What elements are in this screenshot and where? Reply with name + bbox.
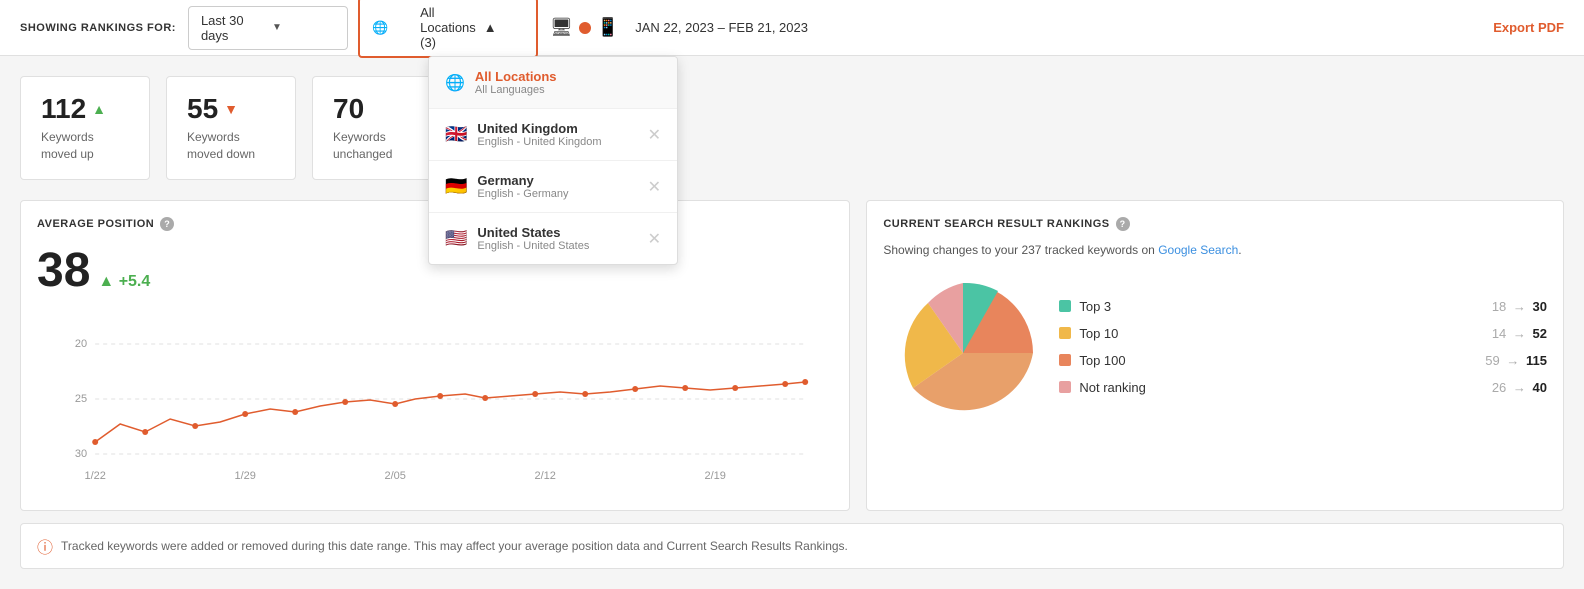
stat-number-moved-up: 112 ▲ [41,93,129,125]
svg-text:25: 25 [75,393,87,405]
dropdown-item-de[interactable]: 🇩🇪 Germany English - Germany ✕ [429,161,677,213]
avg-pos-number: 38 [37,243,90,298]
svg-text:2/19: 2/19 [704,470,725,482]
chevron-up-icon: ▲ [484,20,524,35]
showing-label: SHOWING RANKINGS FOR: [20,22,176,34]
dropdown-item-uk[interactable]: 🇬🇧 United Kingdom English - United Kingd… [429,109,677,161]
legend-not-ranking: Not ranking 26 → 40 [1059,380,1547,395]
legend-top100: Top 100 59 → 115 [1059,353,1547,368]
stats-row: 112 ▲ Keywordsmoved up 55 ▼ Keywordsmove… [20,76,1564,180]
main-content: 112 ▲ Keywordsmoved up 55 ▼ Keywordsmove… [0,56,1584,589]
svg-text:2/12: 2/12 [534,470,555,482]
chart-svg: 20 25 30 [37,314,833,494]
svg-text:1/22: 1/22 [84,470,105,482]
legend-top10: Top 10 14 → 52 [1059,326,1547,341]
dropdown-de-title: Germany [477,173,637,188]
avg-position-info-icon[interactable]: ? [160,217,174,231]
period-dropdown-label: Last 30 days [201,13,264,43]
legend-dot-top10 [1059,327,1071,339]
remove-de-button[interactable]: ✕ [648,177,661,197]
stat-card-moved-down: 55 ▼ Keywordsmoved down [166,76,296,180]
stat-card-moved-up: 112 ▲ Keywordsmoved up [20,76,150,180]
dropdown-us-title: United States [477,225,637,240]
dropdown-uk-title: United Kingdom [477,121,637,136]
rankings-content: Top 3 18 → 30 Top 10 14 → 52 [883,273,1547,433]
legend-dot-top3 [1059,300,1071,312]
us-flag-icon: 🇺🇸 [445,228,467,249]
legend-values-top10: 14 → 52 [1492,326,1547,341]
legend-values-top100: 59 → 115 [1485,353,1547,368]
legend: Top 3 18 → 30 Top 10 14 → 52 [1059,299,1547,407]
stat-number-unchanged: 70 [333,93,421,125]
legend-label-top10: Top 10 [1079,326,1491,341]
legend-label-top3: Top 3 [1079,299,1491,314]
google-search-link[interactable]: Google Search [1158,243,1238,257]
arrow-up-icon: ▲ [92,101,106,117]
dropdown-item-all[interactable]: 🌐 All Locations All Languages [429,57,677,109]
date-range: JAN 22, 2023 – FEB 21, 2023 [635,20,808,35]
stat-label-moved-down: Keywordsmoved down [187,129,275,163]
bottom-panels: AVERAGE POSITION ? 38 ▲ +5.4 20 [20,200,1564,511]
dropdown-us-subtitle: English - United States [477,240,637,252]
location-dropdown[interactable]: 🌐 All Locations (3) ▲ [358,0,538,58]
dropdown-item-us[interactable]: 🇺🇸 United States English - United States… [429,213,677,264]
legend-dot-top100 [1059,354,1071,366]
bottom-notice: ⓘ Tracked keywords were added or removed… [20,523,1564,569]
legend-top3: Top 3 18 → 30 [1059,299,1547,314]
current-rankings-panel: CURRENT SEARCH RESULT RANKINGS ? Showing… [866,200,1564,511]
stat-card-unchanged: 70 Keywordsunchanged [312,76,442,180]
top-bar: SHOWING RANKINGS FOR: Last 30 days ▼ 🌐 A… [0,0,1584,56]
pie-chart-svg [883,273,1043,433]
globe-icon: 🌐 [372,20,412,36]
svg-text:20: 20 [75,338,87,350]
svg-text:30: 30 [75,448,87,460]
stat-number-moved-down: 55 ▼ [187,93,275,125]
dropdown-uk-subtitle: English - United Kingdom [477,136,637,148]
legend-values-top3: 18 → 30 [1492,299,1547,314]
avg-position-chart: 20 25 30 [37,314,833,494]
location-dropdown-label: All Locations (3) [420,5,476,50]
desktop-icon[interactable]: 🖥 [550,17,573,38]
remove-uk-button[interactable]: ✕ [648,125,661,145]
notice-info-icon: ⓘ [37,534,53,558]
current-rankings-title: CURRENT SEARCH RESULT RANKINGS ? [883,217,1547,231]
legend-dot-not-ranking [1059,381,1071,393]
arrow-down-icon: ▼ [224,101,238,117]
dropdown-all-title: All Locations [475,69,661,84]
notice-text: Tracked keywords were added or removed d… [61,539,848,553]
avg-pos-arrow-icon: ▲ [98,273,114,290]
legend-values-not-ranking: 26 → 40 [1492,380,1547,395]
avg-pos-change: ▲ +5.4 [98,273,150,291]
svg-text:2/05: 2/05 [384,470,405,482]
svg-text:1/29: 1/29 [234,470,255,482]
export-pdf-button[interactable]: Export PDF [1493,20,1564,35]
current-rankings-info-icon[interactable]: ? [1116,217,1130,231]
device-active-dot [579,22,591,34]
rankings-subtitle: Showing changes to your 237 tracked keyw… [883,243,1547,257]
stat-label-unchanged: Keywordsunchanged [333,129,421,163]
pie-chart [883,273,1043,433]
location-dropdown-menu: 🌐 All Locations All Languages 🇬🇧 United … [428,56,678,265]
globe-icon-all: 🌐 [445,73,465,93]
uk-flag-icon: 🇬🇧 [445,124,467,145]
device-group: 🖥 📱 [550,17,619,38]
dropdown-all-subtitle: All Languages [475,84,661,96]
period-dropdown[interactable]: Last 30 days ▼ [188,6,348,50]
remove-us-button[interactable]: ✕ [648,229,661,249]
stat-label-moved-up: Keywordsmoved up [41,129,129,163]
chevron-down-icon: ▼ [272,22,335,33]
legend-label-not-ranking: Not ranking [1079,380,1491,395]
legend-label-top100: Top 100 [1079,353,1485,368]
de-flag-icon: 🇩🇪 [445,176,467,197]
mobile-icon[interactable]: 📱 [597,17,619,38]
dropdown-de-subtitle: English - Germany [477,188,637,200]
